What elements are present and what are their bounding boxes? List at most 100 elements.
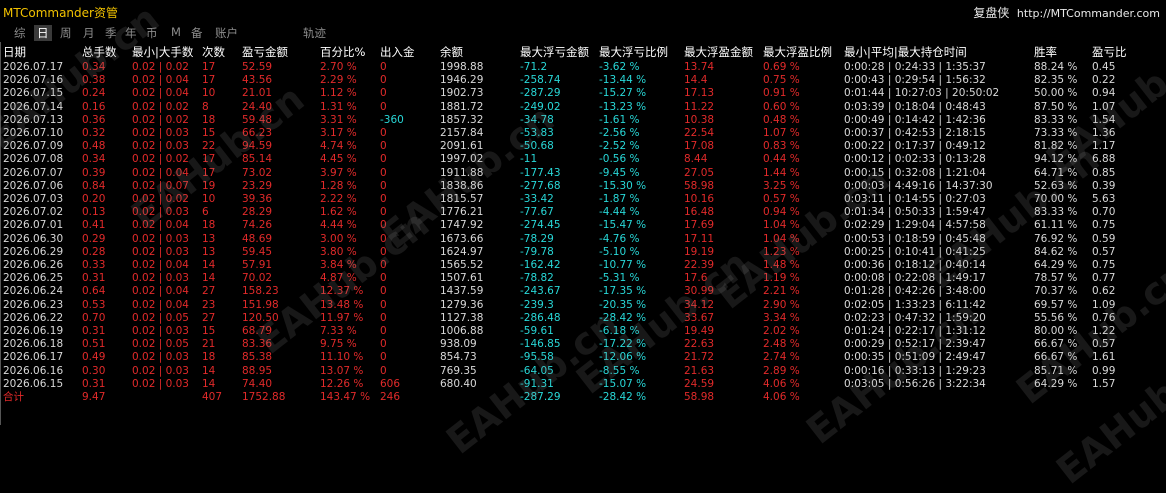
table-cell: 0 xyxy=(380,61,387,73)
table-row[interactable]: 2026.06.19 0.31 0.02 | 0.03 15 68.79 7.33 % 0 1… xyxy=(0,325,1139,338)
table-cell: 0.31 xyxy=(82,325,106,338)
table-cell: 2.21 % xyxy=(763,285,800,298)
tab-year[interactable]: 年 xyxy=(125,25,137,41)
col-header[interactable]: 最大浮盈金额 xyxy=(681,43,760,61)
table-row[interactable]: 2026.07.09 0.48 0.02 | 0.03 22 94.59 4.74 % 0 2… xyxy=(0,140,1139,153)
tab-overview[interactable]: 综 xyxy=(14,25,26,41)
table-cell: 1747.92 xyxy=(440,219,484,232)
table-cell: 0.57 xyxy=(1092,245,1116,258)
col-header[interactable]: 最大浮亏比例 xyxy=(596,43,681,61)
table-cell: 21.01 xyxy=(242,87,273,100)
table-cell: 1.61 xyxy=(1092,351,1116,364)
table-cell: 1006.88 xyxy=(440,325,484,338)
col-header[interactable]: 最小|平均|最大持仓时间 xyxy=(841,43,1031,61)
table-cell: 78.57 % xyxy=(1034,272,1078,285)
col-header[interactable]: 余额 xyxy=(437,43,517,61)
table-row[interactable]: 2026.07.10 0.32 0.02 | 0.03 15 66.23 3.17 % 0 2… xyxy=(0,127,1139,140)
col-header[interactable]: 盈亏比 xyxy=(1089,43,1139,61)
table-row[interactable]: 2026.07.13 0.36 0.02 | 0.02 18 59.48 3.31 % -3… xyxy=(0,114,1139,127)
table-cell: 0.02 | 0.03 xyxy=(132,206,189,219)
col-header[interactable]: 胜率 xyxy=(1031,43,1089,61)
tab-account[interactable]: 账户 xyxy=(215,25,238,41)
table-row[interactable]: 2026.06.26 0.33 0.02 | 0.04 14 57.91 3.84 % 0 1… xyxy=(0,259,1139,272)
tab-m[interactable]: M xyxy=(171,25,181,39)
table-cell: 0 xyxy=(380,325,387,338)
table-cell: 0:00:43 | 0:29:54 | 1:56:32 xyxy=(844,74,986,87)
table-cell: 18 xyxy=(202,351,216,364)
brand-url[interactable]: http://MTCommander.com xyxy=(1017,7,1160,20)
table-row[interactable]: 2026.07.16 0.38 0.02 | 0.04 17 43.56 2.29 % 0 1… xyxy=(0,74,1139,87)
col-header[interactable]: 出入金 xyxy=(377,43,437,61)
table-cell: 0.02 | 0.05 xyxy=(132,311,189,324)
table-cell: -50.68 xyxy=(520,140,554,153)
table-row[interactable]: 2026.06.17 0.49 0.02 | 0.03 18 85.38 11.10 % 0… xyxy=(0,351,1139,364)
tab-month[interactable]: 月 xyxy=(83,25,95,41)
tab-day[interactable]: 日 xyxy=(34,25,52,41)
tab-notes[interactable]: 备 xyxy=(191,25,203,41)
table-cell: 0:00:25 | 0:10:41 | 0:41:25 xyxy=(844,245,986,258)
table-row[interactable]: 2026.07.08 0.34 0.02 | 0.02 17 85.14 4.45 % 0 1… xyxy=(0,153,1139,166)
table-cell: 0.39 xyxy=(82,166,106,179)
table-row[interactable]: 2026.07.17 0.34 0.02 | 0.02 17 52.59 2.70 % 0 1… xyxy=(0,61,1139,74)
tab-currency[interactable]: 币 xyxy=(146,25,158,41)
table-cell: 0.76 xyxy=(1092,311,1116,324)
table-row[interactable]: 2026.06.25 0.31 0.02 | 0.03 14 70.02 4.87 % 0 1… xyxy=(0,272,1139,285)
table-row[interactable]: 2026.06.15 0.31 0.02 | 0.03 14 74.40 12.26 % 6… xyxy=(0,378,1139,391)
table-cell: 769.35 xyxy=(440,364,477,377)
table-cell: 0:02:23 | 0:47:32 | 1:59:20 xyxy=(844,311,986,324)
table-cell: 1.57 xyxy=(1092,377,1116,390)
table-cell: 0:00:53 | 0:18:59 | 0:45:48 xyxy=(844,232,986,245)
tab-week[interactable]: 周 xyxy=(60,25,72,41)
table-cell: 4.06 % xyxy=(763,377,800,390)
col-header[interactable]: 最大浮亏金额 xyxy=(517,43,596,61)
table-row[interactable]: 2026.06.22 0.70 0.02 | 0.05 27 120.50 11.97 %… xyxy=(0,312,1139,325)
tab-track[interactable]: 轨迹 xyxy=(303,25,326,41)
table-row[interactable]: 2026.06.30 0.29 0.02 | 0.03 13 48.69 3.00 % 0 1… xyxy=(0,233,1139,246)
table-cell: 1815.57 xyxy=(440,193,484,206)
col-header[interactable]: 总手数 xyxy=(79,43,129,61)
table-cell: 10 xyxy=(202,87,216,100)
table-cell: 0.94 % xyxy=(763,206,800,219)
table-cell: 9.75 % xyxy=(320,338,357,351)
table-cell: 0.02 | 0.02 xyxy=(132,193,189,206)
table-row[interactable]: 2026.07.01 0.41 0.02 | 0.04 18 74.26 4.44 % 0 1… xyxy=(0,219,1139,232)
table-cell: 0.02 | 0.02 xyxy=(132,100,189,113)
table-row[interactable]: 2026.06.29 0.28 0.02 | 0.03 13 59.45 3.80 % 0 1… xyxy=(0,246,1139,259)
table-row[interactable]: 2026.06.23 0.53 0.02 | 0.04 23 151.98 13.48 %… xyxy=(0,299,1139,312)
col-header[interactable]: 最小|大手数 xyxy=(129,43,199,61)
table-cell: 4.74 % xyxy=(320,140,357,153)
col-header[interactable]: 盈亏金额 xyxy=(239,43,317,61)
col-header[interactable]: 最大浮盈比例 xyxy=(760,43,841,61)
table-cell: 1.22 xyxy=(1092,325,1116,338)
table-row[interactable]: 2026.07.06 0.84 0.02 | 0.07 19 23.29 1.28 % 0 1… xyxy=(0,180,1139,193)
table-cell: 9.47 xyxy=(82,391,106,404)
table-cell: 1507.61 xyxy=(440,272,484,285)
table-cell: 6.88 xyxy=(1092,153,1116,166)
col-header[interactable]: 日期 xyxy=(0,43,79,61)
table-cell: 680.40 xyxy=(440,377,477,390)
table-row[interactable]: 2026.06.18 0.51 0.02 | 0.05 21 83.36 9.75 % 0 9… xyxy=(0,338,1139,351)
table-cell: 4.87 % xyxy=(320,272,357,285)
table-row[interactable]: 2026.07.02 0.13 0.02 | 0.03 6 28.29 1.62 % 0 17… xyxy=(0,206,1139,219)
tab-quarter[interactable]: 季 xyxy=(105,25,117,41)
table-cell: 1997.02 xyxy=(440,153,484,166)
table-row[interactable]: 2026.06.24 0.64 0.02 | 0.04 27 158.23 12.37 %… xyxy=(0,285,1139,298)
table-row[interactable]: 2026.06.16 0.30 0.02 | 0.03 14 88.95 13.07 % 0… xyxy=(0,365,1139,378)
table-cell: 6 xyxy=(202,206,209,219)
table-row[interactable]: 2026.07.03 0.20 0.02 | 0.02 10 39.36 2.22 % 0 1… xyxy=(0,193,1139,206)
table-cell: 0 xyxy=(380,245,387,258)
col-header[interactable]: 百分比% xyxy=(317,43,377,61)
table-cell: 0.34 xyxy=(82,153,106,166)
table-cell: 407 xyxy=(202,391,223,404)
table-cell: 0.77 xyxy=(1092,272,1116,285)
app-title: MTCommander资管 xyxy=(3,6,118,20)
table-row[interactable]: 2026.07.07 0.39 0.02 | 0.04 17 73.02 3.97 % 0 1… xyxy=(0,167,1139,180)
table-cell: -95.58 xyxy=(520,351,554,364)
totals-row[interactable]: 合计 9.47 407 1752.88 143.47 % 246 -287.29 -28.42… xyxy=(0,391,1139,404)
table-body: 2026.07.17 0.34 0.02 | 0.02 17 52.59 2.70 % 0 1… xyxy=(0,61,1139,404)
col-header[interactable]: 次数 xyxy=(199,43,239,61)
table-cell: 1.07 xyxy=(1092,100,1116,113)
table-row[interactable]: 2026.07.15 0.24 0.02 | 0.04 10 21.01 1.12 % 0 1… xyxy=(0,87,1139,100)
table-cell: 2026.06.29 xyxy=(3,245,64,258)
table-row[interactable]: 2026.07.14 0.16 0.02 | 0.02 8 24.40 1.31 % 0 18… xyxy=(0,101,1139,114)
